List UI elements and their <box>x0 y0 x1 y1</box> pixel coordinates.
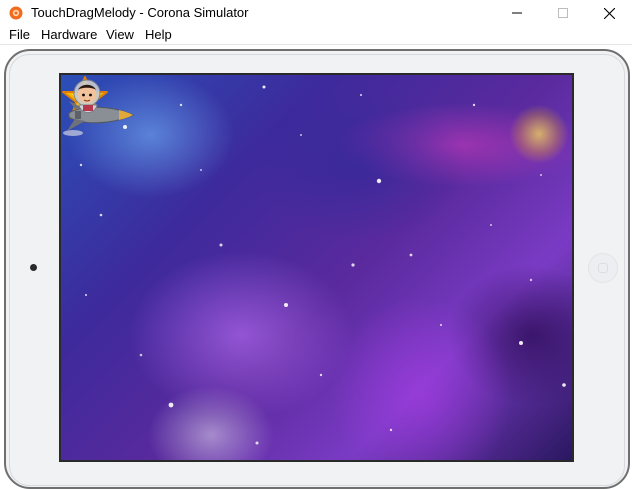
menu-file[interactable]: File <box>9 27 30 42</box>
corona-icon <box>9 6 23 20</box>
close-icon <box>603 7 615 19</box>
home-button-icon <box>598 263 608 273</box>
close-button[interactable] <box>586 0 632 26</box>
home-button[interactable] <box>588 253 618 283</box>
title-bar: TouchDragMelody - Corona Simulator <box>0 0 632 26</box>
maximize-button[interactable] <box>540 0 586 26</box>
maximize-icon <box>558 8 568 18</box>
camera-dot <box>30 264 37 271</box>
star-glow <box>508 105 570 163</box>
menu-help[interactable]: Help <box>145 27 172 42</box>
menu-bar: File Hardware View Help <box>0 26 632 45</box>
minimize-icon <box>512 12 522 14</box>
minimize-button[interactable] <box>494 0 540 26</box>
window-title: TouchDragMelody - Corona Simulator <box>31 5 249 20</box>
menu-hardware[interactable]: Hardware <box>41 27 97 42</box>
game-screen[interactable] <box>59 73 574 462</box>
menu-view[interactable]: View <box>106 27 134 42</box>
rocket-character-icon[interactable] <box>61 75 139 141</box>
